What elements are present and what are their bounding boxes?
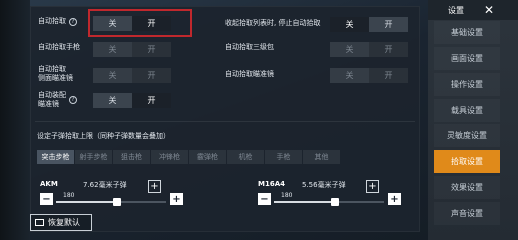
- tab-shotgun[interactable]: 霰弹枪: [189, 150, 226, 164]
- toggle-on-option[interactable]: 开: [132, 68, 171, 83]
- add-icon[interactable]: +: [366, 180, 379, 193]
- toggle-off-option[interactable]: 关: [93, 93, 132, 108]
- toggle-off-option[interactable]: 关: [330, 17, 369, 32]
- sidebar-item-sound[interactable]: 声音设置: [434, 202, 500, 225]
- add-icon[interactable]: +: [148, 180, 161, 193]
- gun-name: M16A4: [258, 180, 285, 188]
- help-icon[interactable]: ?: [69, 17, 77, 26]
- sidebar-title: 设置: [448, 6, 464, 15]
- auto-pickup-pistol-toggle[interactable]: 关 开: [93, 42, 171, 57]
- auto-equip-scope-row: 自动装配 瞄准镜 ?: [38, 91, 77, 109]
- collapse-stop-label: 收起拾取列表时, 停止自动拾取: [225, 19, 321, 27]
- slider-value: 180: [63, 192, 75, 199]
- decrease-button[interactable]: −: [258, 193, 271, 205]
- auto-pickup-row: 自动拾取 ?: [38, 17, 77, 26]
- auto-pickup-scope-toggle[interactable]: 关 开: [330, 68, 408, 83]
- slider-fill: [56, 201, 117, 203]
- collapse-stop-toggle[interactable]: 关 开: [330, 17, 408, 32]
- ammo-limit-title: 设定子弹拾取上限（同种子弹数量会叠加）: [37, 132, 170, 140]
- section-divider: [35, 121, 415, 122]
- auto-pickup-label: 自动拾取: [38, 17, 66, 25]
- sidebar-item-effects[interactable]: 效果设置: [434, 176, 500, 199]
- gun-name: AKM: [40, 180, 58, 188]
- tab-other[interactable]: 其他: [303, 150, 340, 164]
- slider-value: 180: [281, 192, 293, 199]
- ammo-slider-track[interactable]: [56, 201, 166, 203]
- increase-button[interactable]: +: [170, 193, 183, 205]
- auto-equip-scope-toggle[interactable]: 关 开: [93, 93, 171, 108]
- help-icon[interactable]: ?: [69, 96, 77, 104]
- tab-pistol[interactable]: 手枪: [265, 150, 302, 164]
- auto-pickup-pistol-row: 自动拾取手枪: [38, 43, 80, 52]
- toggle-on-option[interactable]: 开: [369, 17, 408, 32]
- ammo-slider-track[interactable]: [274, 201, 384, 203]
- slider-thumb[interactable]: [112, 198, 121, 206]
- sidebar-item-pickup[interactable]: 拾取设置: [434, 150, 500, 173]
- toggle-on-option[interactable]: 开: [369, 42, 408, 57]
- toggle-off-option[interactable]: 关: [330, 42, 369, 57]
- tab-marksman-rifle[interactable]: 射手步枪: [75, 150, 112, 164]
- ammo-type: 7.62毫米子弹: [83, 181, 127, 189]
- toggle-on-option[interactable]: 开: [369, 68, 408, 83]
- tab-assault-rifle[interactable]: 突击步枪: [37, 150, 74, 164]
- highlight-box: [88, 9, 192, 37]
- decrease-button[interactable]: −: [40, 193, 53, 205]
- auto-pickup-lvl3-toggle[interactable]: 关 开: [330, 42, 408, 57]
- left-edge-strip: [0, 0, 30, 240]
- sidebar-item-graphics[interactable]: 画面设置: [434, 47, 500, 70]
- reset-default-button[interactable]: 恢复默认: [30, 214, 92, 231]
- weapon-type-tabs: 突击步枪 射手步枪 狙击枪 冲锋枪 霰弹枪 机枪 手枪 其他: [37, 150, 341, 164]
- slider-fill: [274, 201, 335, 203]
- auto-pickup-lvl3-row: 自动拾取三级包: [225, 43, 274, 52]
- reset-icon: [35, 219, 44, 226]
- sidebar-header: [428, 0, 518, 20]
- auto-pickup-pistol-label: 自动拾取手枪: [38, 43, 80, 51]
- auto-pickup-scope-label: 自动拾取瞄准镜: [225, 70, 274, 78]
- toggle-off-option[interactable]: 关: [330, 68, 369, 83]
- auto-pickup-side-scope-label: 自动拾取 侧面瞄准镜: [38, 65, 73, 82]
- tab-sniper-rifle[interactable]: 狙击枪: [113, 150, 150, 164]
- toggle-off-option[interactable]: 关: [93, 68, 132, 83]
- auto-equip-scope-label: 自动装配 瞄准镜: [38, 91, 66, 108]
- increase-button[interactable]: +: [388, 193, 401, 205]
- collapse-stop-row: 收起拾取列表时, 停止自动拾取: [225, 19, 320, 28]
- pickup-settings-panel: [30, 6, 420, 232]
- auto-pickup-lvl3-label: 自动拾取三级包: [225, 43, 274, 51]
- close-icon[interactable]: ✕: [481, 2, 497, 18]
- toggle-off-option[interactable]: 关: [93, 42, 132, 57]
- sidebar-item-basic[interactable]: 基础设置: [434, 21, 500, 44]
- auto-pickup-side-scope-toggle[interactable]: 关 开: [93, 68, 171, 83]
- reset-label: 恢复默认: [48, 218, 80, 227]
- toggle-on-option[interactable]: 开: [132, 42, 171, 57]
- tab-smg[interactable]: 冲锋枪: [151, 150, 188, 164]
- sidebar-item-sensitivity[interactable]: 灵敏度设置: [434, 124, 500, 147]
- sidebar-item-controls[interactable]: 操作设置: [434, 73, 500, 96]
- sidebar-item-vehicle[interactable]: 载具设置: [434, 99, 500, 122]
- slider-thumb[interactable]: [330, 198, 339, 206]
- tab-machine-gun[interactable]: 机枪: [227, 150, 264, 164]
- auto-pickup-side-scope-row: 自动拾取 侧面瞄准镜: [38, 65, 73, 83]
- ammo-type: 5.56毫米子弹: [302, 181, 346, 189]
- auto-pickup-scope-row: 自动拾取瞄准镜: [225, 70, 274, 79]
- toggle-on-option[interactable]: 开: [132, 93, 171, 108]
